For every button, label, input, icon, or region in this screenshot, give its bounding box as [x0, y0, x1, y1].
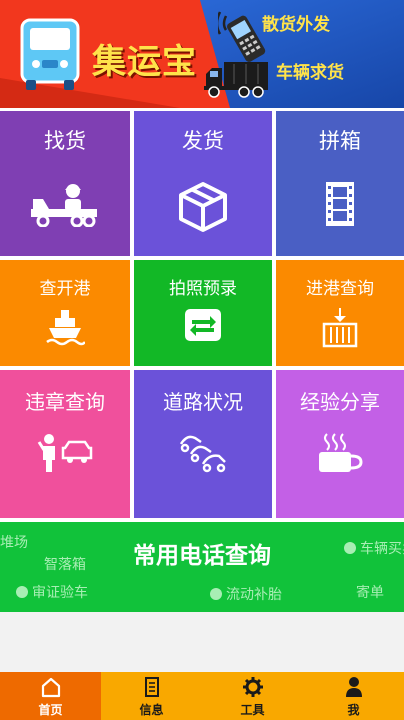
nav-label: 首页 [38, 703, 63, 717]
traffic-police-icon [37, 434, 93, 472]
tile-find-goods[interactable]: 找货 [0, 111, 130, 256]
document-icon [144, 677, 159, 697]
ghost-item-label: 审证验车 [32, 585, 88, 601]
nav-item-me[interactable]: 我 [303, 672, 404, 720]
truck-driver-icon [31, 184, 97, 227]
ghost-item-with-icon: 流动补胎 [210, 584, 282, 604]
phone-query-title: 常用电话查询 [133, 543, 271, 569]
tile-label: 拍照预录 [169, 279, 237, 299]
tile-label: 违章查询 [25, 390, 105, 414]
common-phone-query-bar[interactable]: 堆场 智落箱 车辆买卖 审证验车 流动补胎 寄单 常用电话查询 [0, 522, 404, 612]
nav-label: 工具 [240, 703, 265, 717]
nav-item-info[interactable]: 信息 [101, 672, 202, 720]
tile-label: 经验分享 [300, 390, 380, 414]
nav-label: 信息 [139, 703, 164, 717]
top-banner[interactable]: 集运宝 散货外发 车辆求货 [0, 0, 404, 108]
car-icon [16, 586, 28, 598]
traffic-cars-icon [179, 435, 226, 473]
home-icon [41, 677, 60, 698]
box-icon [179, 182, 227, 232]
tile-consolidate[interactable]: 拼箱 [276, 111, 404, 256]
tile-label: 进港查询 [306, 279, 374, 299]
ship-icon [46, 310, 85, 346]
bottom-nav: 首页 信息 工具 我 [0, 672, 404, 720]
tire-icon [210, 588, 222, 600]
banner-slogan-top: 散货外发 [262, 15, 330, 35]
tile-experience-share[interactable]: 经验分享 [276, 370, 404, 518]
banner-truck-icon [204, 62, 268, 98]
tile-label: 找货 [44, 129, 86, 153]
banner-slogan-bottom: 车辆求货 [276, 63, 344, 83]
tile-label: 道路状况 [163, 390, 243, 414]
person-icon [345, 677, 362, 697]
bus-icon [20, 18, 80, 90]
tile-photo-prerecord[interactable]: 拍照预录 [134, 260, 272, 366]
nav-item-home[interactable]: 首页 [0, 672, 101, 720]
gear-icon [242, 677, 263, 697]
brand-title: 集运宝 [92, 42, 197, 82]
ghost-item-with-icon: 审证验车 [16, 582, 88, 602]
tile-label: 查开港 [39, 279, 91, 299]
nav-label: 我 [347, 703, 360, 717]
tile-violation-query[interactable]: 违章查询 [0, 370, 130, 518]
tile-port-opening[interactable]: 查开港 [0, 260, 130, 366]
nav-item-tools[interactable]: 工具 [202, 672, 303, 720]
tile-send-goods[interactable]: 发货 [134, 111, 272, 256]
tile-road-conditions[interactable]: 道路状况 [134, 370, 272, 518]
empty-area [0, 612, 404, 672]
ghost-item: 寄单 [356, 585, 384, 601]
tile-port-entry-query[interactable]: 进港查询 [276, 260, 404, 366]
film-strip-icon [326, 182, 354, 226]
container-crane-icon [322, 308, 358, 348]
coffee-cup-icon [319, 433, 363, 472]
ghost-item-label: 流动补胎 [226, 587, 282, 603]
swap-arrows-icon [185, 309, 221, 341]
tile-label: 拼箱 [319, 129, 361, 153]
tile-label: 发货 [182, 129, 224, 153]
